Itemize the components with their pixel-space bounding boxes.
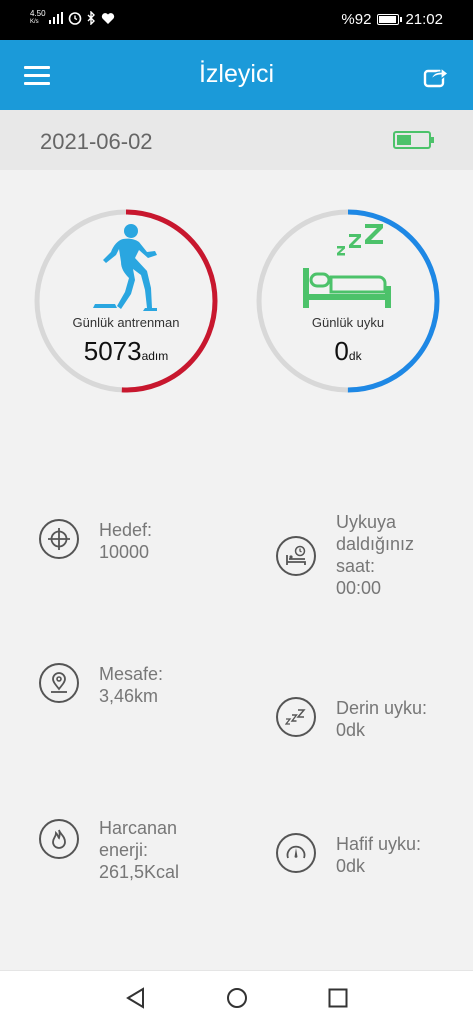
page-title: İzleyici [198,60,274,88]
sleep-time-label-1: Uykuya [336,512,397,532]
sleep-time-label-3: saat: [336,556,376,576]
network-speed: 4.50 K/s [30,9,46,26]
stat-energy: Harcanan enerji: 261,5Kcal [39,817,179,883]
energy-value: 261,5Kcal [99,862,180,882]
exercise-value: 5073adım [33,336,219,367]
recents-icon[interactable] [327,987,349,1009]
target-icon [39,519,79,559]
flame-icon [39,819,79,859]
app-bar: İzleyici [0,40,473,110]
sleeping-bed-icon [303,224,391,308]
system-nav-bar [0,970,473,1024]
stat-sleep-time: Uykuya daldığınız saat: 00:00 [276,511,414,599]
light-sleep-text: Hafif uyku: 0dk [336,833,421,877]
alarm-icon [68,12,82,25]
sleep-time-label-2: daldığınız [336,534,415,554]
status-bar: 4.50 K/s %92 21:02 [0,0,473,40]
energy-text: Harcanan enerji: 261,5Kcal [99,817,179,883]
sleep-unit: dk [348,349,362,363]
distance-label: Mesafe: [99,664,164,684]
energy-label-2: enerji: [99,840,149,860]
status-right: %92 21:02 [341,11,443,28]
location-icon [39,663,79,703]
gauge-icon [276,833,316,873]
device-battery-fill [397,135,411,145]
clock: 21:02 [405,11,443,28]
bed-clock-icon [276,536,316,576]
runner-icon [93,224,157,311]
deep-sleep-text: Derin uyku: 0dk [336,697,427,741]
network-speed-value: 4.50 [30,9,46,18]
exercise-ring[interactable]: Günlük antrenman 5073adım [33,208,219,394]
light-sleep-label: Hafif uyku: [336,834,422,854]
network-speed-unit: K/s [30,19,39,25]
zzz-icon [276,697,316,737]
target-text: Hedef: 10000 [99,519,152,563]
target-label: Hedef: [99,520,153,540]
step-unit: adım [141,349,169,363]
light-sleep-value: 0dk [336,856,366,876]
deep-sleep-value: 0dk [336,720,366,740]
step-count: 5073 [83,336,142,366]
distance-text: Mesafe: 3,46km [99,663,163,707]
stat-target: Hedef: 10000 [39,519,152,563]
sleep-minutes: 0 [334,336,349,366]
heart-icon [101,12,115,24]
sleep-label: Günlük uyku [311,315,385,330]
share-icon[interactable] [423,64,449,88]
signal-icon [49,12,63,24]
status-left: 4.50 K/s [30,10,115,26]
sleep-time-value: 00:00 [336,578,382,598]
phone-battery-icon [377,14,403,25]
battery-percent: %92 [341,11,372,28]
deep-sleep-label: Derin uyku: [336,698,428,718]
stat-light-sleep: Hafif uyku: 0dk [276,833,421,877]
home-icon[interactable] [226,987,248,1009]
bluetooth-icon [87,11,95,25]
battery-icon [393,131,434,149]
energy-label-1: Harcanan [99,818,178,838]
stat-distance: Mesafe: 3,46km [39,663,163,707]
exercise-label: Günlük antrenman [72,315,180,330]
back-icon[interactable] [125,987,147,1009]
sleep-value: 0dk [255,336,441,367]
date-selector[interactable]: 2021-06-02 [40,129,153,155]
distance-value: 3,46km [99,686,159,706]
stat-deep-sleep: Derin uyku: 0dk [276,697,427,741]
target-value: 10000 [99,542,150,562]
date-bar: 2021-06-02 [0,110,473,170]
phone-battery-fill [379,16,396,23]
sleep-time-text: Uykuya daldığınız saat: 00:00 [336,511,414,599]
sleep-ring[interactable]: Günlük uyku 0dk [255,208,441,394]
